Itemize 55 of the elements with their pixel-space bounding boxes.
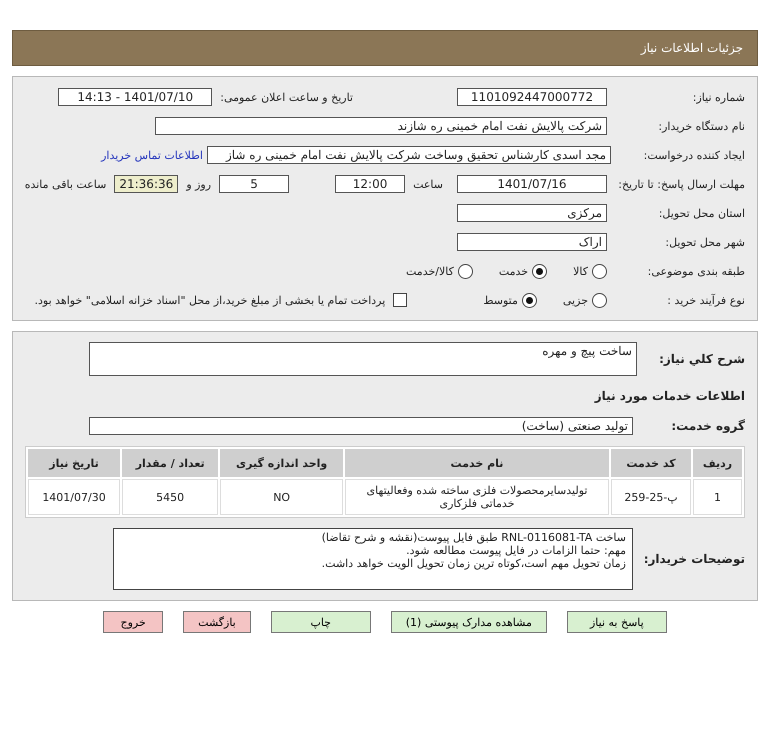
buyer-org-field: شرکت پالایش نفت امام خمینی ره شازند (155, 117, 607, 135)
purchase-type-radio[interactable]: جزیی (562, 292, 607, 308)
category-radio[interactable]: کالا/خدمت (406, 264, 473, 278)
table-cell: پ-25-259 (611, 479, 692, 515)
table-cell: 1401/07/30 (28, 479, 120, 515)
section-heading: اطلاعات خدمات مورد نیاز (594, 389, 745, 403)
buyer-notes-box: ساخت RNL-0116081-TA طبق فایل پیوست(نقشه و شرح تقاضا) مهم: حتما الزامات در فایل پیوست مطالعه شود. زمان تحویل مهم است،کوتاه ترین زمان تحویل الویت خواهد داشت. (113, 528, 633, 590)
page-title: جزئیات اطلاعات نیاز (12, 30, 758, 66)
category-radio[interactable]: خدمت (498, 264, 548, 278)
column-header: ردیف (693, 449, 742, 477)
table-cell: NO (220, 479, 343, 515)
column-header: تاریخ نیاز (28, 449, 120, 477)
summary-field: ساخت پیچ و مهره (89, 342, 637, 376)
column-header: کد خدمت (611, 449, 692, 477)
field-label: نوع فرآیند خرید : (666, 294, 745, 306)
field-label: روز و (186, 178, 212, 190)
action-button[interactable]: خروج (103, 611, 164, 633)
column-header: تعداد / مقدار (122, 449, 218, 477)
checkbox-label: پرداخت تمام یا بخشی از مبلغ خرید،از محل "اسناد خزانه اسلامی" خواهد بود. (34, 294, 386, 306)
action-button[interactable]: چاپ (270, 611, 371, 633)
province-field: مرکزی (457, 204, 607, 222)
table-cell: 5450 (122, 479, 218, 515)
service-group-field: تولید صنعتی (ساخت) (89, 417, 633, 435)
field-label: ساعت (413, 178, 443, 190)
city-field: اراک (457, 233, 607, 251)
field-label: شماره نیاز: (692, 90, 745, 104)
field-label: استان محل تحویل: (658, 206, 745, 220)
field-label: تاریخ و ساعت اعلان عمومی: (220, 90, 353, 104)
announce-date-field: 1401/07/10 - 14:13 (58, 88, 212, 106)
action-button[interactable]: پاسخ به نیاز (566, 611, 667, 633)
column-header: واحد اندازه گیری (220, 449, 343, 477)
field-label: نام دستگاه خریدار: (657, 120, 745, 132)
field-label: طبقه بندی موضوعی: (646, 264, 745, 278)
action-button[interactable]: مشاهده مدارک پیوستی (1) (390, 611, 547, 633)
remaining-time-field: 21:36:36 (114, 175, 178, 193)
field-label: گروه خدمت: (670, 419, 745, 433)
deadline-date-field: 1401/07/16 (457, 175, 607, 193)
category-radio[interactable]: کالا (573, 264, 607, 278)
treasury-checkbox[interactable] (393, 293, 408, 307)
column-header: نام خدمت (345, 449, 609, 477)
field-label: شهر محل تحویل: (664, 236, 745, 248)
field-label: شرح کلي نياز: (658, 352, 745, 366)
field-label: ساعت باقی مانده (24, 178, 106, 190)
action-button[interactable]: بازگشت (183, 611, 251, 633)
need-number-field: 1101092447000772 (457, 88, 607, 106)
purchase-type-radio[interactable]: متوسط (483, 292, 537, 308)
field-label: ایجاد کننده درخواست: (642, 148, 745, 162)
table-cell: تولیدسایرمحصولات فلزی ساخته شده وفعالیتهای خدماتی فلزکاری (345, 479, 609, 515)
field-label: توضیحات خریدار: (642, 552, 745, 566)
deadline-time-field: 12:00 (335, 175, 406, 193)
field-label: مهلت ارسال پاسخ: تا تاریخ: (617, 178, 745, 190)
requester-field: مجد اسدی کارشناس تحقیق وساخت شرکت پالایش نفت امام خمینی ره شاز (207, 146, 611, 164)
table-cell: 1 (693, 479, 742, 515)
buyer-contact-link[interactable]: اطلاعات تماس خریدار (101, 148, 203, 162)
days-field: 5 (219, 175, 290, 193)
